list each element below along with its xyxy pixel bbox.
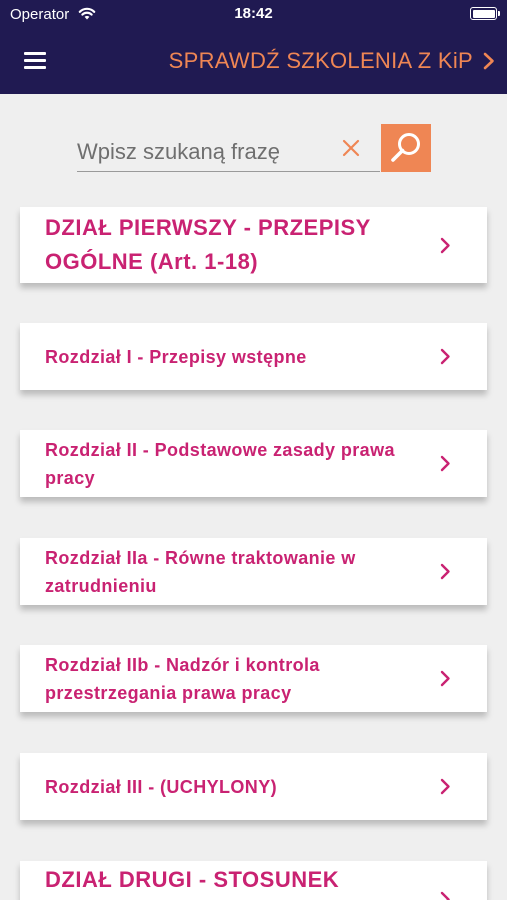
- hamburger-menu-icon[interactable]: [24, 52, 46, 69]
- chevron-right-icon: [440, 237, 450, 254]
- list-item-label: Rozdział IIb - Nadzór i kontrola przestr…: [45, 655, 320, 703]
- list-item-label: DZIAŁ PIERWSZY - PRZEPISY OGÓLNE (Art. 1…: [45, 215, 371, 274]
- status-bar: Operator 18:42: [0, 0, 507, 28]
- search-bar: [77, 124, 431, 172]
- list-item[interactable]: DZIAŁ PIERWSZY - PRZEPISY OGÓLNE (Art. 1…: [20, 207, 487, 283]
- chevron-right-icon: [440, 891, 450, 900]
- list-item-label: Rozdział IIa - Równe traktowanie w zatru…: [45, 548, 356, 596]
- search-input[interactable]: [77, 124, 380, 172]
- chevron-right-icon: [440, 563, 450, 580]
- check-trainings-label: SPRAWDŹ SZKOLENIA Z KiP: [168, 48, 473, 73]
- chevron-right-icon: [440, 455, 450, 472]
- list-item[interactable]: Rozdział I - Przepisy wstępne: [20, 323, 487, 390]
- close-icon[interactable]: [341, 138, 361, 158]
- search-icon: [391, 133, 420, 162]
- list-item[interactable]: DZIAŁ DRUGI - STOSUNEK: [20, 861, 487, 900]
- list-item[interactable]: Rozdział III - (UCHYLONY): [20, 753, 487, 820]
- chevron-right-icon: [440, 348, 450, 365]
- list-item[interactable]: Rozdział IIb - Nadzór i kontrola przestr…: [20, 645, 487, 712]
- list-item-label: Rozdział III - (UCHYLONY): [45, 777, 277, 797]
- list-item-label: DZIAŁ DRUGI - STOSUNEK: [45, 867, 340, 892]
- chevron-right-icon: [440, 778, 450, 795]
- chevron-right-icon: [440, 670, 450, 687]
- check-trainings-link[interactable]: SPRAWDŹ SZKOLENIA Z KiP: [169, 48, 495, 74]
- battery-icon: [470, 7, 500, 20]
- clock-time: 18:42: [234, 5, 273, 22]
- chevron-right-icon: [483, 52, 494, 70]
- list-item-label: Rozdział I - Przepisy wstępne: [45, 347, 307, 367]
- list-item[interactable]: Rozdział IIa - Równe traktowanie w zatru…: [20, 538, 487, 605]
- top-navigation-bar: SPRAWDŹ SZKOLENIA Z KiP: [0, 28, 507, 94]
- search-button[interactable]: [381, 124, 431, 172]
- list-item[interactable]: Rozdział II - Podstawowe zasady prawa pr…: [20, 430, 487, 497]
- list-item-label: Rozdział II - Podstawowe zasady prawa pr…: [45, 440, 395, 488]
